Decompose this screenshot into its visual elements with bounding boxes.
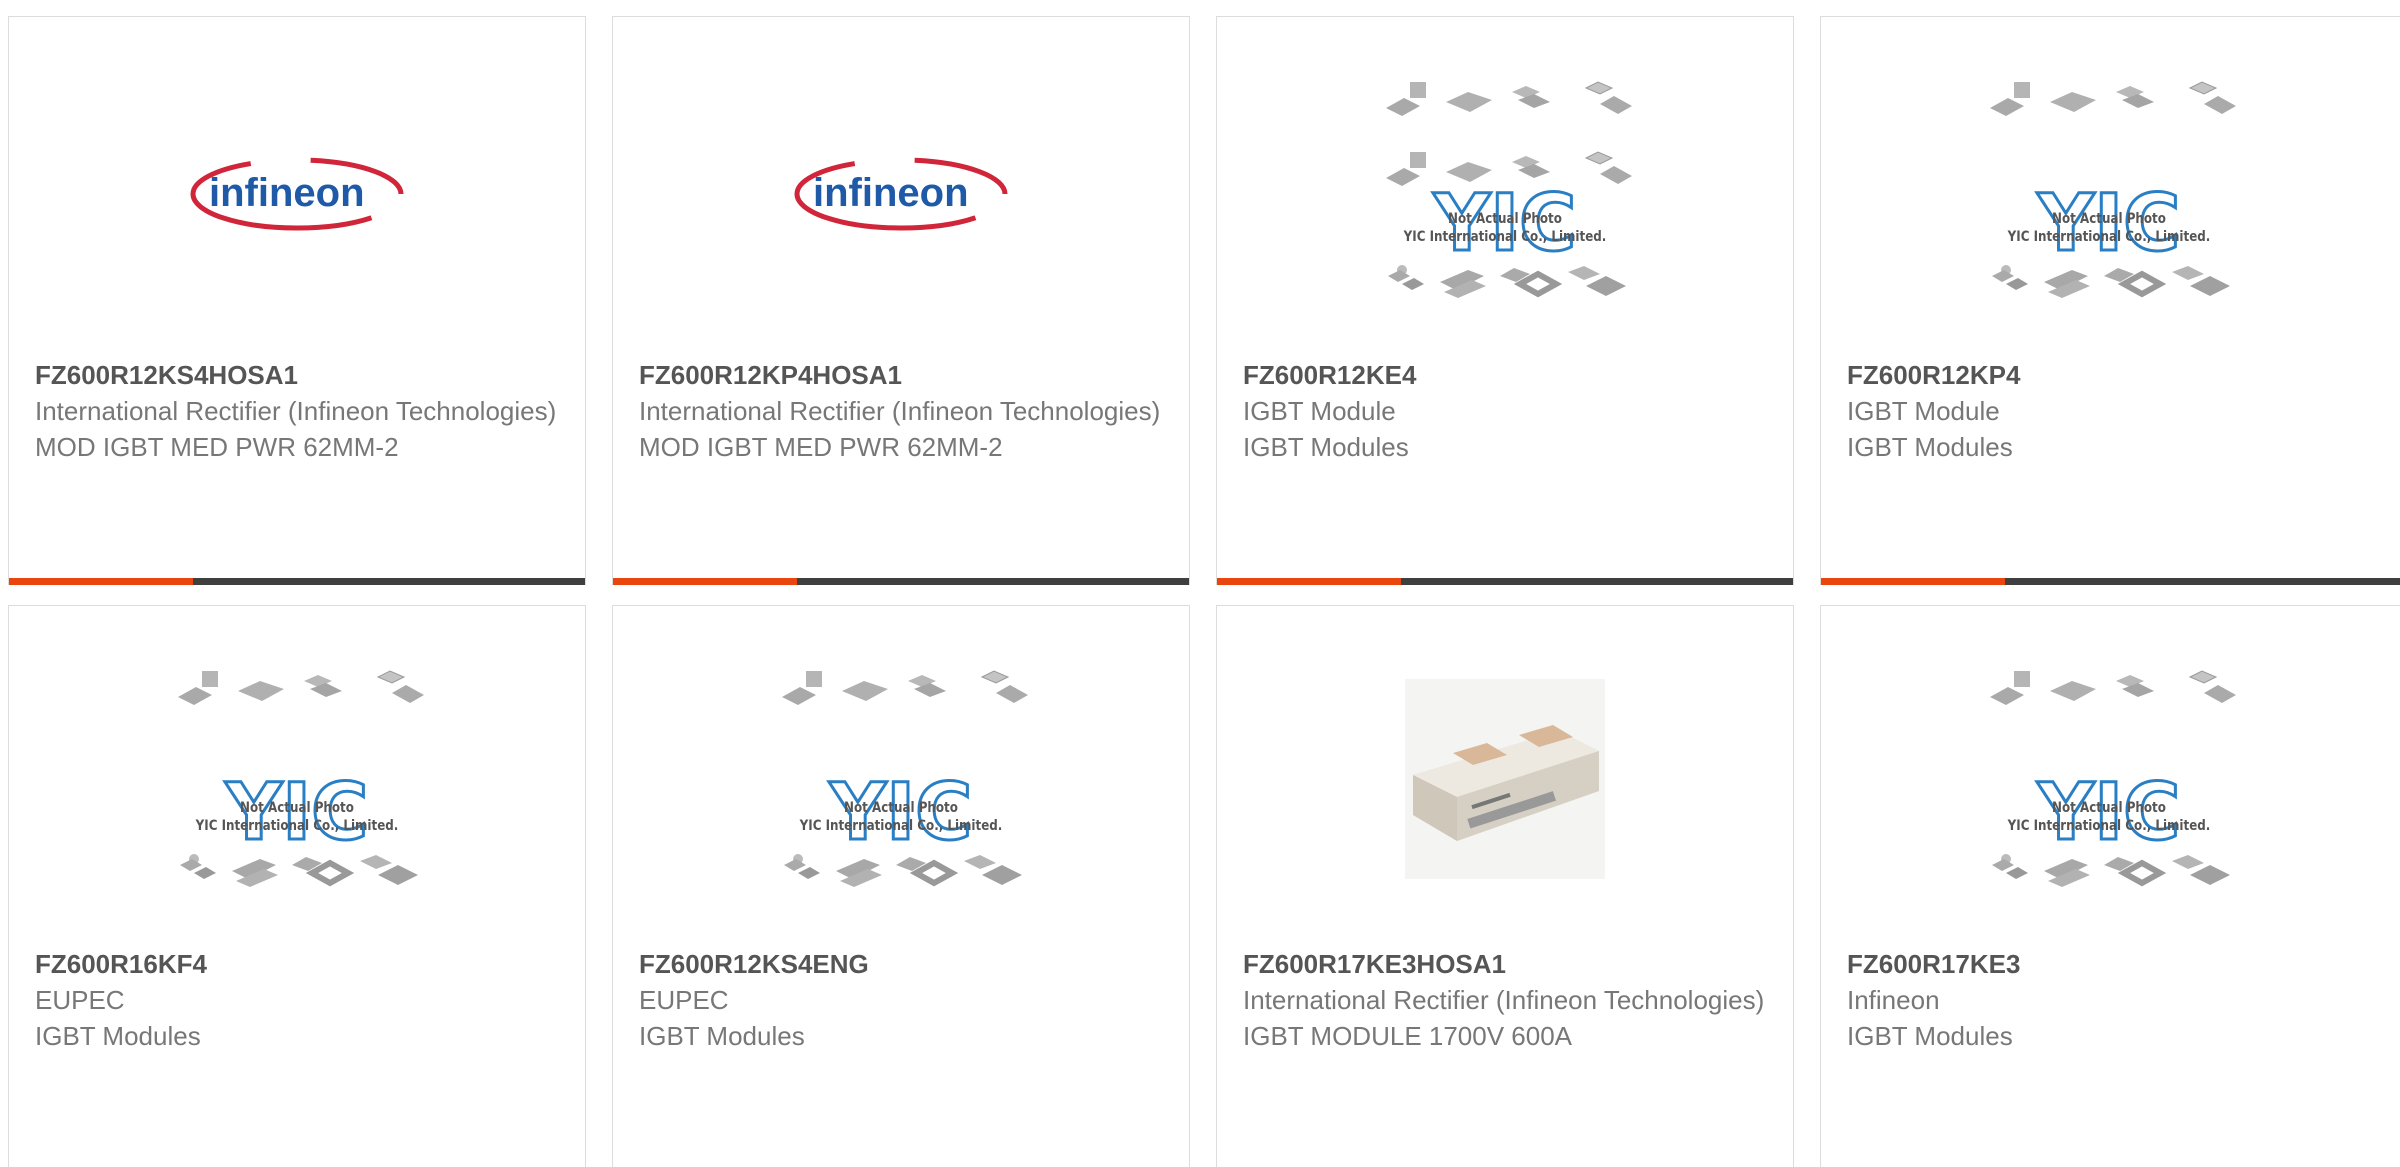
not-actual-photo-placeholder: YIC Not Actual Photo YIC International C… xyxy=(1370,70,1640,310)
chip-cluster-icon xyxy=(177,670,425,705)
description: MOD IGBT MED PWR 62MM-2 xyxy=(35,432,399,462)
part-number[interactable]: FZ600R17KE3HOSA1 xyxy=(1243,946,1773,982)
svg-text:infineon: infineon xyxy=(813,171,969,215)
manufacturer: Infineon xyxy=(1847,985,1940,1015)
igbt-module-photo xyxy=(1405,678,1605,879)
not-actual-photo-placeholder: YIC Not Actual Photo YIC International C… xyxy=(162,659,432,899)
infineon-logo-icon: infineon xyxy=(794,157,1008,230)
part-number[interactable]: FZ600R12KE4 xyxy=(1243,357,1773,393)
chip-cluster-icon xyxy=(162,851,432,891)
not-actual-photo-placeholder: YIC Not Actual Photo YIC International C… xyxy=(1974,659,2244,899)
description: IGBT Modules xyxy=(35,1021,201,1051)
manufacturer: EUPEC xyxy=(35,985,125,1015)
card-bottom-bar xyxy=(1821,578,2400,585)
product-image: infineon xyxy=(9,17,585,362)
product-card[interactable]: infineon FZ600R12KP4HOSA1 International … xyxy=(612,16,1190,585)
chip-cluster-icon xyxy=(1974,851,2244,891)
chip-cluster-icon xyxy=(1974,262,2244,302)
product-image: YIC Not Actual Photo YIC International C… xyxy=(9,606,585,951)
part-number[interactable]: FZ600R12KS4ENG xyxy=(639,946,1169,982)
product-image: YIC Not Actual Photo YIC International C… xyxy=(1821,606,2397,951)
card-bottom-bar xyxy=(613,578,1189,585)
product-image: YIC Not Actual Photo YIC International C… xyxy=(1821,17,2397,362)
manufacturer: International Rectifier (Infineon Techno… xyxy=(1243,985,1765,1015)
product-image: YIC Not Actual Photo YIC International C… xyxy=(1217,17,1793,362)
product-image xyxy=(1217,606,1793,951)
not-actual-photo-placeholder: YIC Not Actual Photo YIC International C… xyxy=(766,659,1036,899)
description: IGBT Modules xyxy=(1847,1021,2013,1051)
card-bottom-bar xyxy=(1217,578,1793,585)
part-number[interactable]: FZ600R12KS4HOSA1 xyxy=(35,357,565,393)
chip-cluster-icon xyxy=(1385,81,1633,116)
chip-cluster-icon xyxy=(766,851,1036,891)
product-card[interactable]: YIC Not Actual Photo YIC International C… xyxy=(1820,605,2400,1167)
description: MOD IGBT MED PWR 62MM-2 xyxy=(639,432,1003,462)
product-card[interactable]: YIC Not Actual Photo YIC International C… xyxy=(612,605,1190,1167)
product-grid: infineon FZ600R12KS4HOSA1 International … xyxy=(0,0,2400,1167)
manufacturer: EUPEC xyxy=(639,985,729,1015)
product-card[interactable]: YIC Not Actual Photo YIC International C… xyxy=(8,605,586,1167)
manufacturer: International Rectifier (Infineon Techno… xyxy=(639,396,1161,426)
product-card[interactable]: YIC Not Actual Photo YIC International C… xyxy=(1820,16,2400,585)
part-number[interactable]: FZ600R16KF4 xyxy=(35,946,565,982)
manufacturer: IGBT Module xyxy=(1847,396,2000,426)
description: IGBT Modules xyxy=(639,1021,805,1051)
part-number[interactable]: FZ600R12KP4HOSA1 xyxy=(639,357,1169,393)
chip-cluster-icon xyxy=(781,670,1029,705)
chip-cluster-icon xyxy=(1989,81,2237,116)
part-number[interactable]: FZ600R12KP4 xyxy=(1847,357,2389,393)
manufacturer: IGBT Module xyxy=(1243,396,1396,426)
chip-cluster-icon xyxy=(1370,262,1640,302)
product-image: YIC Not Actual Photo YIC International C… xyxy=(613,606,1189,951)
chip-cluster-icon xyxy=(1989,670,2237,705)
product-card[interactable]: infineon FZ600R12KS4HOSA1 International … xyxy=(8,16,586,585)
product-image: infineon xyxy=(613,17,1189,362)
not-actual-photo-placeholder: YIC Not Actual Photo YIC International C… xyxy=(1974,70,2244,310)
part-number[interactable]: FZ600R17KE3 xyxy=(1847,946,2389,982)
description: IGBT MODULE 1700V 600A xyxy=(1243,1021,1573,1051)
infineon-logo-icon: infineon xyxy=(190,157,404,230)
product-card[interactable]: FZ600R17KE3HOSA1 International Rectifier… xyxy=(1216,605,1794,1167)
description: IGBT Modules xyxy=(1847,432,2013,462)
product-card[interactable]: YIC Not Actual Photo YIC International C… xyxy=(1216,16,1794,585)
svg-text:infineon: infineon xyxy=(209,171,365,215)
card-bottom-bar xyxy=(9,578,585,585)
manufacturer: International Rectifier (Infineon Techno… xyxy=(35,396,557,426)
description: IGBT Modules xyxy=(1243,432,1409,462)
